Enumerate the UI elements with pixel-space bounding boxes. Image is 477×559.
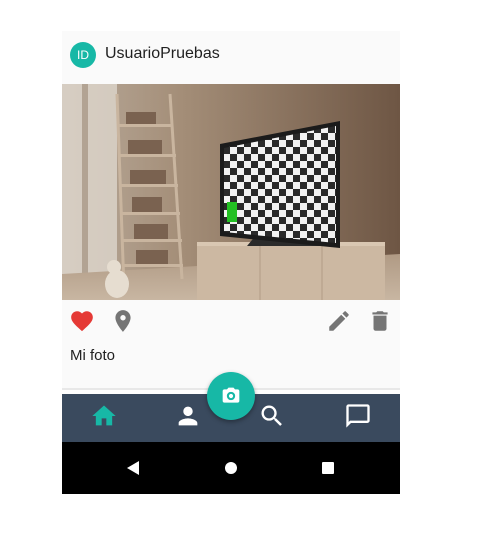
pencil-icon[interactable]	[326, 308, 352, 334]
recents-square-icon[interactable]	[316, 456, 340, 480]
system-navigation-bar	[62, 442, 400, 494]
location-pin-icon[interactable]	[110, 308, 136, 334]
trash-icon[interactable]	[367, 308, 393, 334]
camera-icon	[222, 387, 240, 403]
search-icon[interactable]	[258, 402, 286, 430]
home-icon[interactable]	[90, 402, 118, 430]
post-header: ID UsuarioPruebas	[62, 31, 400, 84]
app-screen: ID UsuarioPruebas Mi foto	[62, 31, 400, 494]
person-icon[interactable]	[174, 402, 202, 430]
camera-fab-button[interactable]	[207, 372, 255, 420]
photo-image	[62, 84, 400, 300]
chat-icon[interactable]	[344, 402, 372, 430]
post-photo[interactable]	[62, 84, 400, 300]
post-caption: Mi foto	[70, 347, 116, 364]
back-triangle-icon[interactable]	[121, 456, 145, 480]
heart-icon[interactable]	[69, 308, 95, 334]
avatar[interactable]: ID	[70, 42, 96, 68]
home-circle-icon[interactable]	[219, 456, 243, 480]
username-label[interactable]: UsuarioPruebas	[105, 45, 220, 63]
